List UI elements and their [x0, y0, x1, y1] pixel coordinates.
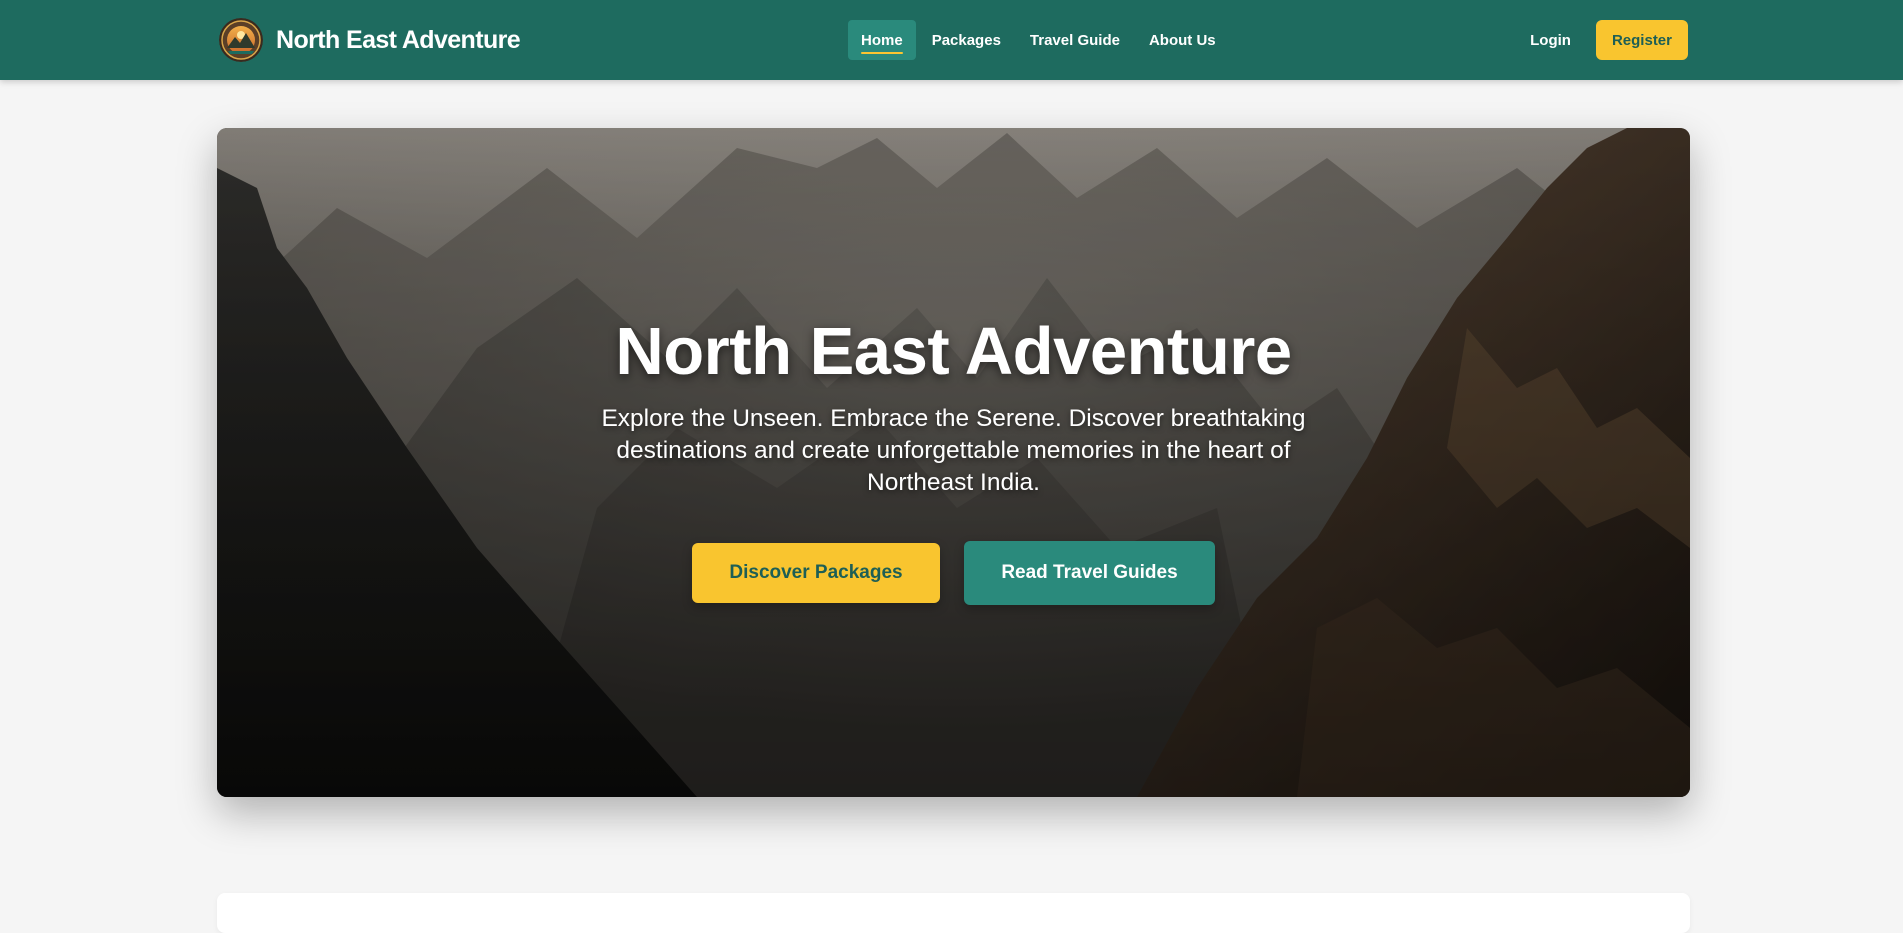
navbar: North East Adventure Home Packages Trave…: [0, 0, 1903, 80]
next-section-card: [217, 893, 1690, 933]
hero-buttons: Discover Packages Read Travel Guides: [217, 541, 1690, 605]
read-travel-guides-button[interactable]: Read Travel Guides: [964, 541, 1215, 605]
hero-content: North East Adventure Explore the Unseen.…: [217, 128, 1690, 797]
brand[interactable]: North East Adventure: [219, 18, 521, 62]
hero-title: North East Adventure: [615, 314, 1292, 389]
brand-name: North East Adventure: [276, 25, 521, 54]
nav-link-about-us[interactable]: About Us: [1136, 20, 1229, 60]
login-link[interactable]: Login: [1530, 32, 1571, 49]
main-nav: Home Packages Travel Guide About Us: [848, 20, 1232, 60]
nav-link-packages[interactable]: Packages: [919, 20, 1014, 60]
nav-link-travel-guide[interactable]: Travel Guide: [1017, 20, 1133, 60]
mountain-emblem-logo-icon: [219, 18, 263, 62]
hero-section: North East Adventure Explore the Unseen.…: [217, 128, 1690, 797]
auth-actions: Login Register: [1530, 20, 1688, 60]
hero-subtitle: Explore the Unseen. Embrace the Serene. …: [601, 405, 1306, 496]
nav-link-home[interactable]: Home: [848, 20, 916, 60]
register-button[interactable]: Register: [1595, 20, 1688, 60]
discover-packages-button[interactable]: Discover Packages: [692, 543, 940, 603]
